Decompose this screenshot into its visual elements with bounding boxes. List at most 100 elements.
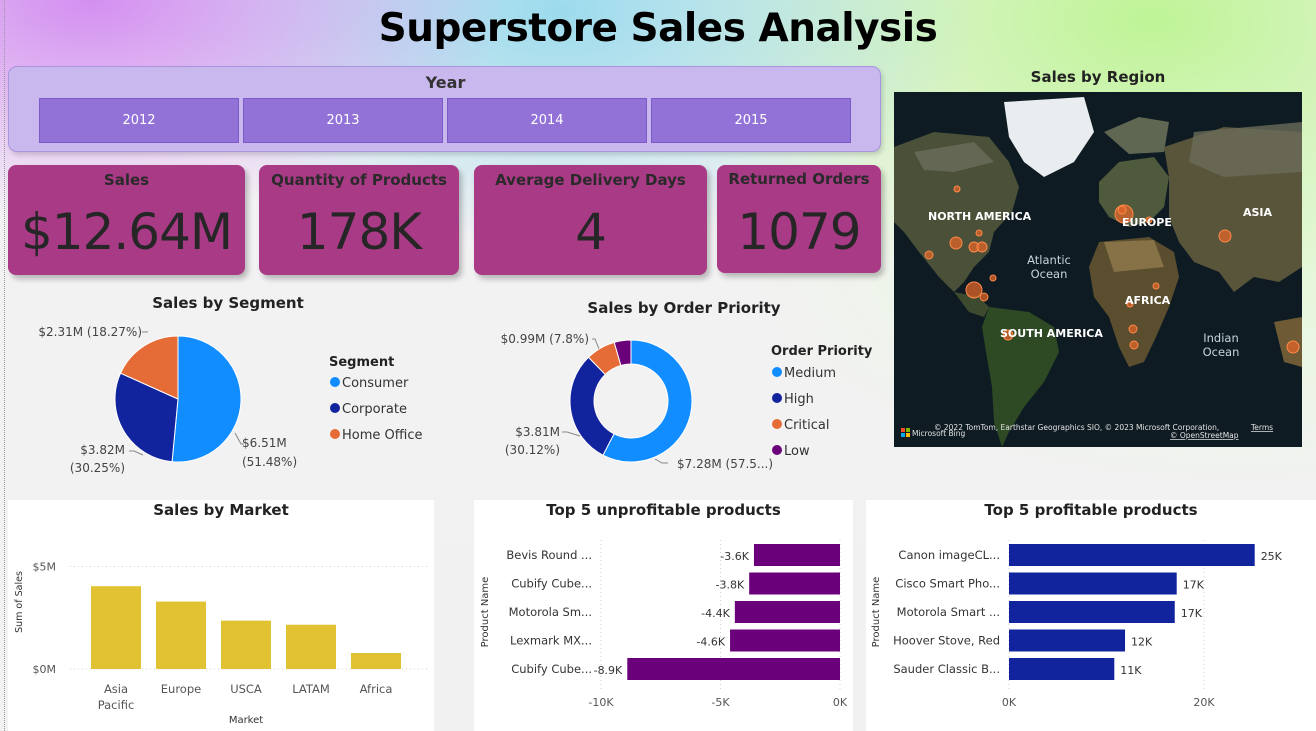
market-bar[interactable] [91, 586, 141, 669]
market-xtick-label: LATAM [292, 682, 330, 696]
unprofitable-data-label: -8.9K [594, 664, 623, 677]
kpi-quantity-card: Quantity of Products 178K [259, 165, 459, 275]
market-xtick-label: Asia [104, 682, 128, 696]
market-bar-chart: $0M $5M Asia Pacific Europe USCA LATAM Africa Ma… [14, 561, 428, 726]
year-2014-button[interactable]: 2014 [447, 98, 647, 143]
market-xtick-label: Africa [360, 682, 393, 696]
map-bubble[interactable] [1128, 324, 1138, 334]
map-bubble[interactable] [1218, 229, 1232, 243]
profitable-category-label: Motorola Smart ... [897, 605, 1000, 619]
region-map[interactable]: NORTH AMERICA EUROPE ASIA AFRICA SOUTH A… [894, 92, 1302, 447]
kpi-value: $12.64M [20, 203, 233, 261]
priority-legend-title: Order Priority [771, 344, 873, 359]
segment-label-corporate-pct: (30.25%) [70, 461, 125, 475]
map-bubble[interactable] [949, 236, 963, 250]
kpi-label: Quantity of Products [271, 171, 447, 189]
kpi-delivery-card: Average Delivery Days 4 [474, 165, 707, 275]
market-bar[interactable] [286, 624, 336, 669]
market-bar[interactable] [351, 653, 401, 669]
priority-legend-item[interactable]: High [784, 392, 814, 407]
profitable-bar[interactable] [1009, 572, 1177, 595]
label-africa: AFRICA [1125, 294, 1171, 307]
profitable-bar[interactable] [1009, 629, 1126, 652]
label-europe: EUROPE [1122, 216, 1172, 229]
priority-legend-marker [772, 445, 782, 455]
map-bubble[interactable] [975, 229, 983, 237]
unprofitable-bar[interactable] [753, 544, 840, 566]
segment-legend-item[interactable]: Consumer [342, 376, 409, 391]
priority-leader-critical [592, 338, 600, 350]
unprofitable-data-label: -3.8K [715, 579, 744, 592]
priority-legend-item[interactable]: Critical [784, 418, 829, 433]
segment-label-consumer-pct: (51.48%) [242, 455, 297, 469]
slicer-title: Year [425, 73, 466, 92]
left-border [4, 0, 5, 731]
market-ytick-label: $5M [33, 561, 57, 574]
unprofitable-category-label: Lexmark MX... [510, 634, 592, 648]
priority-legend-item[interactable]: Low [784, 444, 810, 459]
unprofitable-data-label: -3.6K [720, 550, 749, 563]
unprofitable-bar[interactable] [749, 572, 840, 595]
profitable-xtick-label: 20K [1193, 696, 1215, 709]
priority-donut-chart: $7.28M (57.5...) $3.81M (30.12%) $0.99M (7.… [501, 332, 873, 471]
profitable-category-label: Cisco Smart Pho... [895, 577, 1000, 591]
unprofitable-yaxis-title: Product Name [480, 577, 491, 648]
segment-pie-chart: $6.51M (51.48%) $3.82M (30.25%) $2.31M (18.2… [38, 325, 422, 475]
segment-label-corporate: $3.82M [80, 443, 125, 457]
market-ytick-label: $0M [33, 663, 57, 676]
priority-legend-marker [772, 367, 782, 377]
map-bubble[interactable] [1129, 340, 1139, 350]
segment-legend-item[interactable]: Home Office [342, 428, 422, 443]
label-north-america: NORTH AMERICA [928, 210, 1032, 223]
map-bubble[interactable] [953, 185, 961, 193]
label-atlantic-1: Atlantic [1027, 253, 1071, 267]
profitable-panel: Top 5 profitable products 0K 20K Canon ima… [866, 500, 1316, 731]
kpi-label: Returned Orders [728, 170, 870, 188]
page-title: Superstore Sales Analysis [378, 6, 938, 51]
kpi-value: 178K [296, 203, 422, 261]
label-indian-2: Ocean [1203, 345, 1240, 359]
map-terms-link[interactable]: Terms [1250, 423, 1273, 432]
unprofitable-bar[interactable] [730, 629, 840, 652]
year-2015-button[interactable]: 2015 [651, 98, 851, 143]
unprofitable-category-label: Cubify Cube... [511, 662, 592, 676]
segment-leader-home [142, 331, 148, 333]
year-slicer: Year 2012 2013 2014 2015 [8, 66, 881, 152]
market-bar[interactable] [156, 601, 206, 669]
map-bubble[interactable] [976, 241, 988, 253]
unprofitable-bar[interactable] [734, 601, 840, 623]
profitable-data-label: 11K [1120, 664, 1142, 677]
unprofitable-bar-chart: -10K -5K 0K Bevis Round ... -3.6K Cubify Cube… [480, 540, 848, 709]
map-bubble[interactable] [965, 281, 983, 299]
kpi-label: Average Delivery Days [495, 171, 686, 189]
profitable-bar[interactable] [1009, 658, 1115, 680]
map-bubble[interactable] [924, 250, 934, 260]
profitable-bar[interactable] [1009, 601, 1175, 623]
market-bar[interactable] [221, 620, 271, 669]
segment-legend-marker [330, 429, 340, 439]
priority-chart-title: Sales by Order Priority [587, 299, 781, 317]
map-osm-link[interactable]: © OpenStreetMap [1170, 431, 1239, 440]
unprofitable-category-label: Bevis Round ... [506, 548, 592, 562]
segment-chart-title: Sales by Segment [152, 294, 304, 312]
map-bubble[interactable] [1152, 282, 1160, 290]
year-2012-button[interactable]: 2012 [39, 98, 239, 143]
priority-legend-item[interactable]: Medium [784, 366, 836, 381]
unprofitable-category-label: Cubify Cube... [511, 577, 592, 591]
unprofitable-data-label: -4.6K [696, 636, 725, 649]
map-bubble[interactable] [1286, 340, 1300, 354]
map-bubble[interactable] [1117, 205, 1127, 215]
kpi-value: 1079 [737, 203, 861, 261]
kpi-value: 4 [575, 203, 607, 261]
profitable-bar[interactable] [1009, 544, 1255, 566]
map-bubble[interactable] [989, 274, 997, 282]
year-2013-button[interactable]: 2013 [243, 98, 443, 143]
priority-leader-high [562, 431, 581, 437]
segment-legend-item[interactable]: Corporate [342, 402, 407, 417]
map-bubble[interactable] [979, 292, 989, 302]
unprofitable-bar[interactable] [627, 658, 840, 680]
unprofitable-category-label: Motorola Sm... [509, 605, 592, 619]
segment-slice-consumer[interactable] [171, 335, 242, 463]
segment-legend-marker [330, 403, 340, 413]
profitable-category-label: Hoover Stove, Red [893, 634, 1000, 648]
